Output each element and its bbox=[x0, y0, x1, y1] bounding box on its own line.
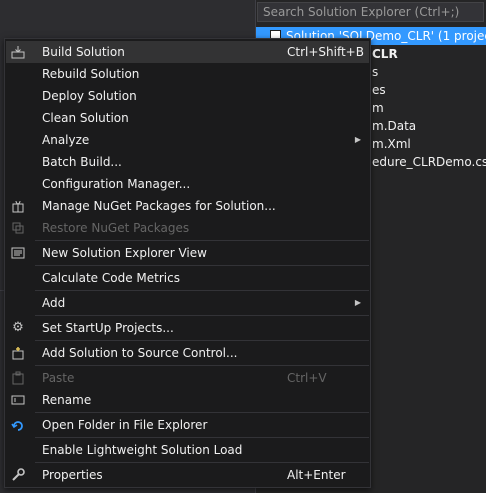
submenu-arrow-icon: ▶ bbox=[354, 298, 361, 307]
menu-item-add-to-source-control[interactable]: Add Solution to Source Control... bbox=[6, 342, 369, 364]
solution-context-menu: Build Solution Ctrl+Shift+B Rebuild Solu… bbox=[4, 38, 371, 488]
menu-item-deploy-solution[interactable]: Deploy Solution bbox=[6, 85, 369, 107]
menu-separator bbox=[35, 365, 369, 366]
build-icon bbox=[10, 44, 26, 60]
menu-item-rename[interactable]: Rename bbox=[6, 389, 369, 411]
menu-item-label: Properties bbox=[42, 468, 103, 482]
menu-item-label: Paste bbox=[42, 371, 75, 385]
menu-item-new-solution-explorer-view[interactable]: New Solution Explorer View bbox=[6, 242, 369, 264]
menu-item-label: Batch Build... bbox=[42, 155, 122, 169]
menu-item-label: Configuration Manager... bbox=[42, 177, 191, 191]
menu-item-properties[interactable]: Properties Alt+Enter bbox=[6, 464, 369, 486]
menu-item-label: Deploy Solution bbox=[42, 89, 137, 103]
paste-icon bbox=[10, 370, 26, 386]
menu-separator bbox=[35, 265, 369, 266]
menu-item-label: Enable Lightweight Solution Load bbox=[42, 443, 243, 457]
menu-item-clean-solution[interactable]: Clean Solution bbox=[6, 107, 369, 129]
menu-item-label: Add Solution to Source Control... bbox=[42, 346, 238, 360]
menu-separator bbox=[35, 315, 369, 316]
menu-item-manage-nuget[interactable]: Manage NuGet Packages for Solution... bbox=[6, 195, 369, 217]
menu-item-label: Clean Solution bbox=[42, 111, 129, 125]
menu-item-label: Build Solution bbox=[42, 45, 125, 59]
menu-separator bbox=[35, 340, 369, 341]
wrench-icon bbox=[10, 467, 26, 483]
gear-icon: ⚙ bbox=[12, 320, 24, 335]
tree-item[interactable]: m.Xml bbox=[372, 135, 411, 153]
nuget-icon bbox=[10, 198, 26, 214]
menu-item-label: Calculate Code Metrics bbox=[42, 271, 180, 285]
menu-item-shortcut: Ctrl+V bbox=[287, 371, 327, 385]
menu-item-rebuild-solution[interactable]: Rebuild Solution bbox=[6, 63, 369, 85]
menu-item-calculate-code-metrics[interactable]: Calculate Code Metrics bbox=[6, 267, 369, 289]
refresh-arrow-icon bbox=[10, 417, 26, 433]
tree-item[interactable]: m.Data bbox=[372, 117, 416, 135]
tree-item[interactable]: m bbox=[372, 99, 384, 117]
menu-item-label: Manage NuGet Packages for Solution... bbox=[42, 199, 276, 213]
menu-item-shortcut: Alt+Enter bbox=[287, 468, 346, 482]
menu-item-add[interactable]: Add ▶ bbox=[6, 292, 369, 314]
menu-item-build-solution[interactable]: Build Solution Ctrl+Shift+B bbox=[6, 41, 369, 63]
menu-separator bbox=[35, 290, 369, 291]
menu-item-configuration-manager[interactable]: Configuration Manager... bbox=[6, 173, 369, 195]
restore-icon bbox=[10, 220, 26, 236]
menu-item-analyze[interactable]: Analyze ▶ bbox=[6, 129, 369, 151]
menu-item-open-folder[interactable]: Open Folder in File Explorer bbox=[6, 414, 369, 436]
menu-item-label: Set StartUp Projects... bbox=[42, 321, 174, 335]
menu-item-set-startup-projects[interactable]: ⚙ Set StartUp Projects... bbox=[6, 317, 369, 339]
menu-separator bbox=[35, 437, 369, 438]
solution-explorer-search-input[interactable]: Search Solution Explorer (Ctrl+;) bbox=[257, 2, 484, 22]
new-view-icon bbox=[10, 245, 26, 261]
menu-item-label: New Solution Explorer View bbox=[42, 246, 207, 260]
menu-item-label: Restore NuGet Packages bbox=[42, 221, 190, 235]
menu-item-shortcut: Ctrl+Shift+B bbox=[287, 45, 364, 59]
menu-item-label: Add bbox=[42, 296, 66, 310]
menu-item-label: Open Folder in File Explorer bbox=[42, 418, 208, 432]
menu-separator bbox=[35, 412, 369, 413]
tree-item[interactable]: edure_CLRDemo.cs bbox=[372, 153, 486, 171]
tree-item[interactable]: s bbox=[372, 63, 378, 81]
source-control-icon bbox=[10, 345, 26, 361]
menu-item-paste[interactable]: Paste Ctrl+V bbox=[6, 367, 369, 389]
menu-item-label: Rebuild Solution bbox=[42, 67, 140, 81]
menu-separator bbox=[35, 462, 369, 463]
project-node[interactable]: CLR bbox=[372, 45, 398, 63]
menu-separator bbox=[35, 240, 369, 241]
menu-item-label: Analyze bbox=[42, 133, 90, 147]
submenu-arrow-icon: ▶ bbox=[354, 135, 361, 144]
menu-item-label: Rename bbox=[42, 393, 92, 407]
rename-icon bbox=[10, 392, 26, 408]
menu-item-lightweight-load[interactable]: Enable Lightweight Solution Load bbox=[6, 439, 369, 461]
menu-item-restore-nuget[interactable]: Restore NuGet Packages bbox=[6, 217, 369, 239]
menu-item-batch-build[interactable]: Batch Build... bbox=[6, 151, 369, 173]
tree-item[interactable]: es bbox=[372, 81, 386, 99]
